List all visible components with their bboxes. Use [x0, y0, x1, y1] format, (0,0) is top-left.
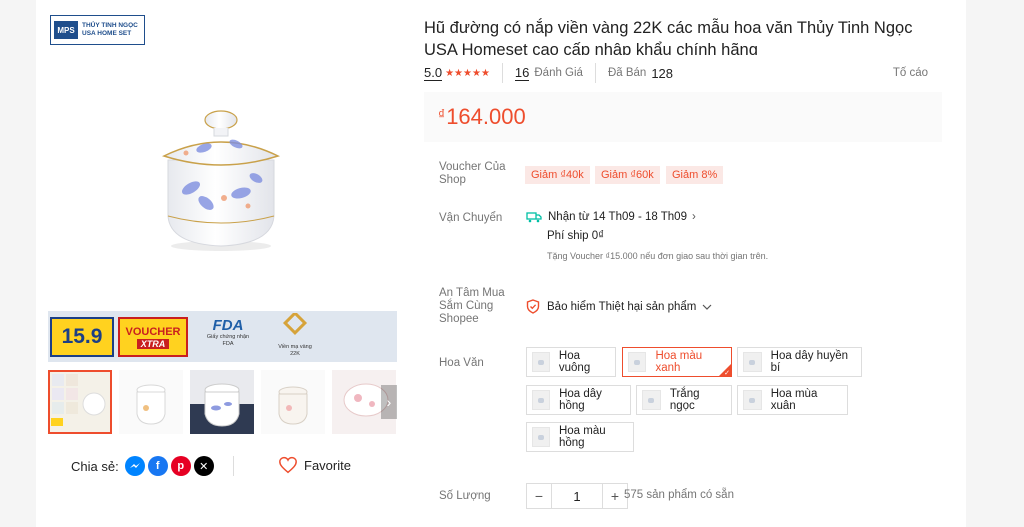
- price-box: ₫164.000: [424, 92, 942, 142]
- option-label: Hoa vuông: [558, 350, 591, 374]
- gold-ring-icon: [282, 310, 308, 336]
- currency-symbol: ₫: [438, 106, 446, 122]
- thumbnail-jar-image: [119, 370, 183, 434]
- favorite-button[interactable]: Favorite: [278, 456, 351, 474]
- heart-icon: [279, 456, 297, 474]
- option-thumbnail: [532, 352, 550, 372]
- chevron-right-icon: ›: [691, 211, 696, 223]
- thumbnail-collage-image: [50, 372, 110, 432]
- sugar-jar-illustration: [161, 110, 281, 251]
- voucher-chip[interactable]: Giảm ₫40k: [525, 166, 590, 184]
- fda-caption-1: Giấy chứng nhận: [206, 334, 250, 340]
- share-divider: [233, 456, 234, 476]
- shipping-note: Tặng Voucher ₫15.000 nếu đơn giao sau th…: [547, 251, 769, 261]
- sale-15-9-badge: 15.9: [50, 317, 114, 357]
- share-row: Chia sẻ: f p ✕: [71, 456, 217, 476]
- option-label: Hoa màu hồng: [558, 425, 606, 449]
- pattern-option-trang-ngoc[interactable]: Trắng ngọc: [636, 385, 732, 415]
- thumbnail[interactable]: [48, 370, 112, 434]
- option-thumbnail: [532, 390, 551, 410]
- sold-count: 128: [651, 65, 674, 81]
- favorite-label: Favorite: [304, 457, 351, 473]
- thumbnail-jar-dark-image: [190, 370, 254, 434]
- pattern-option-hoa-day-hong[interactable]: Hoa dây hồng: [526, 385, 631, 415]
- pattern-option-hoa-mua-xuan[interactable]: Hoa mùa xuân: [737, 385, 848, 415]
- review-label: Đánh Giá: [534, 67, 583, 79]
- pattern-option-hoa-mau-hong[interactable]: Hoa màu hồng: [526, 422, 634, 452]
- product-stats: 5.0 ★★★★★ 16 Đánh Giá Đã Bán 128 Tố cáo: [424, 63, 936, 83]
- pattern-option-hoa-day-huyen-bi[interactable]: Hoa dây huyền bí: [737, 347, 862, 377]
- option-label: Hoa mùa xuân: [770, 388, 818, 412]
- stock-available: 575 sản phẩm có sẵn: [624, 489, 734, 501]
- option-thumbnail: [532, 427, 550, 447]
- shipping-eta[interactable]: Nhận từ 14 Th09 - 18 Th09 ›: [526, 211, 696, 223]
- rating-stars-icon: ★★★★★: [445, 67, 490, 79]
- thumbnail[interactable]: [261, 370, 325, 434]
- thumbnail[interactable]: [119, 370, 183, 434]
- pattern-option-hoa-vuong[interactable]: Hoa vuông: [526, 347, 616, 377]
- insurance-dropdown[interactable]: Bảo hiểm Thiệt hại sản phẩm: [526, 299, 712, 314]
- voucher-chip[interactable]: Giảm ₫60k: [595, 166, 660, 184]
- report-link[interactable]: Tố cáo: [893, 67, 928, 79]
- product-title: Hũ đường có nắp viền vàng 22K các mẫu ho…: [424, 19, 913, 55]
- gold-caption-1: Viền mạ vàng: [278, 344, 312, 350]
- share-label: Chia sẻ:: [71, 458, 119, 474]
- brand-logo: MPS THỦY TINH NGỌC USA HOME SET: [50, 15, 145, 45]
- pinterest-icon[interactable]: p: [170, 456, 191, 476]
- shipping-label: Vận Chuyển: [439, 212, 503, 224]
- x-icon[interactable]: ✕: [193, 456, 214, 476]
- option-thumbnail: [743, 352, 762, 372]
- thumbnail-pink-jar-image: [261, 370, 325, 434]
- fda-logo: FDA: [212, 317, 244, 334]
- review-count[interactable]: 16: [514, 65, 530, 81]
- quantity-minus-button[interactable]: −: [526, 483, 552, 509]
- messenger-icon[interactable]: [124, 456, 145, 476]
- shipping-eta-text: Nhận từ 14 Th09 - 18 Th09: [548, 211, 687, 223]
- selected-check-icon: ✓: [724, 370, 730, 377]
- main-product-image[interactable]: MPS THỦY TINH NGỌC USA HOME SET 15.9 VOU…: [48, 13, 397, 362]
- chevron-down-icon: [702, 304, 712, 310]
- brand-mark: MPS: [54, 21, 78, 39]
- option-thumbnail: [642, 390, 661, 410]
- sold-label: Đã Bán: [607, 67, 647, 79]
- chevron-right-icon: ›: [386, 394, 392, 410]
- gold-caption-2: 22K: [290, 351, 300, 357]
- gold-rim-feature: Viền mạ vàng 22K: [263, 310, 327, 358]
- promo-band: 15.9 VOUCHER XTRA FDA Giấy chứng nhận FD…: [48, 310, 397, 362]
- pattern-label: Hoa Văn: [439, 357, 484, 369]
- price: ₫164.000: [438, 104, 526, 130]
- option-label: Trắng ngọc: [669, 388, 700, 412]
- voucher-label: Voucher Của Shop: [439, 161, 506, 186]
- product-card: MPS THỦY TINH NGỌC USA HOME SET 15.9 VOU…: [36, 0, 966, 527]
- thumbnail[interactable]: [190, 370, 254, 434]
- thumbnail-strip: ›: [48, 370, 397, 435]
- rating-value[interactable]: 5.0: [424, 65, 443, 81]
- option-label: Hoa dây hồng: [559, 388, 602, 412]
- brand-line-1: THỦY TINH NGỌC: [82, 22, 138, 29]
- option-label: Hoa dây huyền bí: [770, 350, 849, 374]
- pattern-option-hoa-mau-xanh[interactable]: Hoa màu xanh ✓: [622, 347, 732, 377]
- option-label: Hoa màu xanh: [655, 350, 703, 374]
- shield-icon: [526, 299, 540, 314]
- shipping-fee: Phí ship 0₫: [547, 230, 605, 242]
- voucher-xtra-top: VOUCHER: [125, 325, 181, 338]
- quantity-stepper: − 1 +: [526, 483, 628, 509]
- insurance-label: An Tâm Mua Sắm Cùng Shopee: [439, 287, 505, 325]
- thumbnail-next-button[interactable]: ›: [381, 385, 397, 419]
- option-thumbnail: [628, 352, 647, 372]
- facebook-icon[interactable]: f: [147, 456, 168, 476]
- option-thumbnail: [743, 390, 762, 410]
- voucher-xtra-bottom: XTRA: [136, 338, 170, 349]
- quantity-label: Số Lượng: [439, 490, 491, 502]
- insurance-text: Bảo hiểm Thiệt hại sản phẩm: [547, 300, 697, 313]
- fda-caption-2: FDA: [222, 341, 234, 347]
- quantity-input[interactable]: 1: [552, 483, 602, 509]
- fda-certificate: FDA Giấy chứng nhận FDA: [196, 317, 260, 348]
- truck-icon: [526, 212, 542, 223]
- voucher-xtra-badge: VOUCHER XTRA: [118, 317, 188, 357]
- brand-line-2: USA HOME SET: [82, 30, 132, 37]
- price-value: 164.000: [446, 104, 526, 129]
- voucher-chip[interactable]: Giảm 8%: [666, 166, 724, 184]
